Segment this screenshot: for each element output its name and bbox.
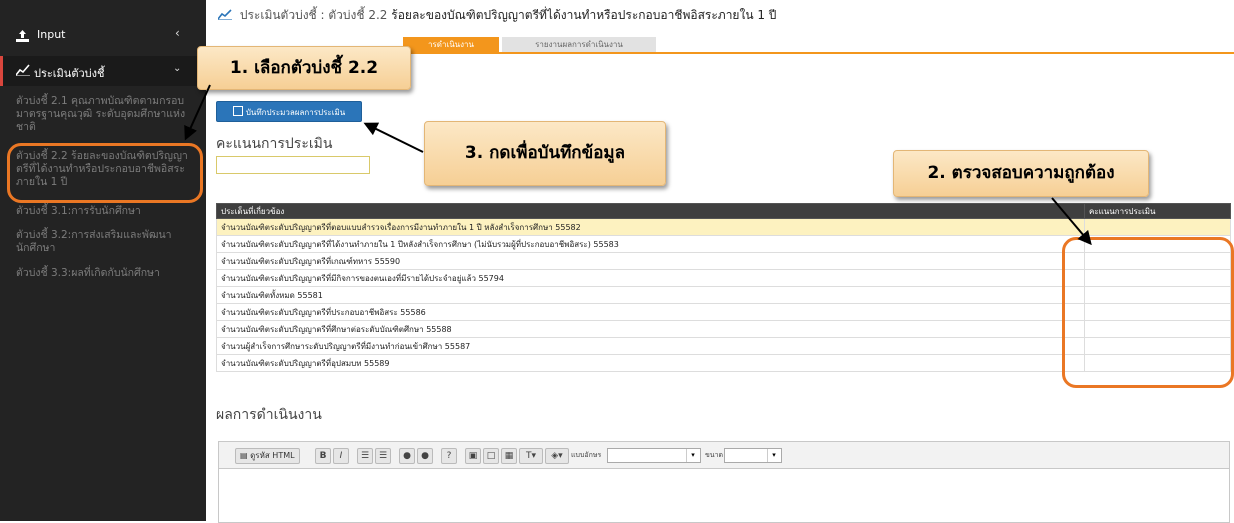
sidebar-item-evaluate[interactable]: ประเมินตัวบ่งชี้ ⌄ [0, 56, 209, 86]
page-title-main: ร้อยละของบัณฑิตปริญญาตรีที่ได้งานทำหรือป… [391, 8, 777, 22]
sidebar-item-label: Input [37, 28, 66, 41]
highlight-score-column [1062, 237, 1234, 388]
image-icon[interactable]: ▣ [465, 448, 481, 464]
help-icon[interactable]: ? [441, 448, 457, 464]
sidebar-item-indicator-3-1[interactable]: ตัวบ่งชี้ 3.1:การรับนักศึกษา [16, 205, 198, 218]
callout-step-3: 3. กดเพื่อบันทึกข้อมูล [424, 121, 666, 186]
callout-step-1: 1. เลือกตัวบ่งชี้ 2.2 [197, 46, 411, 90]
score-input[interactable] [216, 156, 370, 174]
table-cell: จำนวนบัณฑิตระดับปริญญาตรีที่ศึกษาต่อระดั… [216, 320, 1085, 338]
sidebar: Input ‹ ประเมินตัวบ่งชี้ ⌄ ตัวบ่งชี้ 2.1… [0, 0, 209, 521]
score-heading: คะแนนการประเมิน [216, 136, 333, 152]
chevron-down-icon: ▾ [686, 449, 699, 462]
table-cell: จำนวนบัณฑิตระดับปริญญาตรีที่ได้งานทำภายใ… [216, 235, 1085, 253]
col-header-score: คะแนนการประเมิน [1084, 203, 1231, 219]
table-cell: จำนวนผู้สำเร็จการศึกษาระดับปริญญาตรีที่ม… [216, 337, 1085, 355]
italic-button[interactable]: I [333, 448, 349, 464]
font-select[interactable]: ▾ [607, 448, 701, 463]
score-cell[interactable] [1084, 218, 1231, 236]
chevron-left-icon: ‹ [175, 26, 180, 40]
rich-text-editor: ▤ ดูรหัส HTML B I ☰ ☰ ● ● ? ▣ □ ▦ T▾ ◈▾ … [218, 441, 1230, 523]
col-header-topic: ประเด็นที่เกี่ยวข้อง [216, 203, 1085, 219]
font-label: แบบอักษร [571, 451, 602, 459]
page-title-prefix: ประเมินตัวบ่งชี้ : ตัวบ่งชี้ 2.2 [239, 8, 388, 22]
table-cell: จำนวนบัณฑิตระดับปริญญาตรีที่ประกอบอาชีพอ… [216, 303, 1085, 321]
numbered-list-icon[interactable]: ☰ [357, 448, 373, 464]
editor-toolbar: ▤ ดูรหัส HTML B I ☰ ☰ ● ● ? ▣ □ ▦ T▾ ◈▾ … [219, 442, 1229, 469]
unlink-icon[interactable]: ● [417, 448, 433, 464]
table-cell: จำนวนบัณฑิตทั้งหมด 55581 [216, 286, 1085, 304]
sidebar-item-input[interactable]: Input ‹ [0, 22, 206, 50]
chevron-down-icon: ⌄ [173, 63, 182, 74]
bold-button[interactable]: B [315, 448, 331, 464]
sidebar-item-indicator-3-3[interactable]: ตัวบ่งชี้ 3.3:ผลที่เกิดกับนักศึกษา [16, 267, 198, 280]
sidebar-item-indicator-3-2[interactable]: ตัวบ่งชี้ 3.2:การส่งเสริมและพัฒนานักศึกษ… [16, 229, 198, 255]
save-evaluation-button[interactable]: บันทึกประมวลผลการประเมิน [216, 101, 362, 122]
chevron-down-icon: ▾ [767, 449, 780, 462]
size-select[interactable]: ▾ [724, 448, 782, 463]
editor-body[interactable] [219, 469, 1229, 522]
text-color-icon[interactable]: T▾ [519, 448, 543, 464]
save-button-label: บันทึกประมวลผลการประเมิน [245, 108, 346, 117]
box-icon[interactable]: □ [483, 448, 499, 464]
table-cell: จำนวนบัณฑิตระดับปริญญาตรีที่เกณฑ์ทหาร 55… [216, 252, 1085, 270]
sidebar-item-label: ประเมินตัวบ่งชี้ [34, 67, 105, 80]
table-header-row: ประเด็นที่เกี่ยวข้อง คะแนนการประเมิน [216, 203, 1231, 219]
table-cell: จำนวนบัณฑิตระดับปริญญาตรีที่มีกิจการของต… [216, 269, 1085, 287]
floppy-disk-icon [232, 106, 243, 116]
source-icon: ▤ [240, 451, 251, 460]
bulleted-list-icon[interactable]: ☰ [375, 448, 391, 464]
table-icon[interactable]: ▦ [501, 448, 517, 464]
source-html-label: ดูรหัส HTML [250, 451, 295, 460]
upload-icon [16, 27, 29, 42]
chart-line-icon [217, 9, 232, 23]
table-cell: จำนวนบัณฑิตระดับปริญญาตรีที่อุปสมบท 5558… [216, 354, 1085, 372]
callout-step-2: 2. ตรวจสอบความถูกต้อง [893, 150, 1149, 197]
page-title: ประเมินตัวบ่งชี้ : ตัวบ่งชี้ 2.2 ร้อยละข… [217, 6, 777, 25]
link-icon[interactable]: ● [399, 448, 415, 464]
results-heading: ผลการดำเนินงาน [216, 407, 322, 423]
source-html-button[interactable]: ▤ ดูรหัส HTML [235, 448, 300, 464]
highlight-sidebar-indicator [7, 143, 203, 203]
bg-color-icon[interactable]: ◈▾ [545, 448, 569, 464]
tab-report[interactable]: รายงานผลการดำเนินงาน [502, 37, 656, 52]
table-row[interactable]: จำนวนบัณฑิตระดับปริญญาตรีที่ตอบแบบสำรวจเ… [216, 218, 1231, 236]
table-cell: จำนวนบัณฑิตระดับปริญญาตรีที่ตอบแบบสำรวจเ… [216, 218, 1085, 236]
size-label: ขนาด [705, 451, 724, 459]
tab-operations[interactable]: ารดำเนินงาน [403, 37, 499, 52]
sidebar-item-indicator-2-1[interactable]: ตัวบ่งชี้ 2.1 คุณภาพบัณฑิตตามกรอบมาตรฐาน… [16, 95, 198, 134]
chart-line-icon [15, 64, 30, 77]
